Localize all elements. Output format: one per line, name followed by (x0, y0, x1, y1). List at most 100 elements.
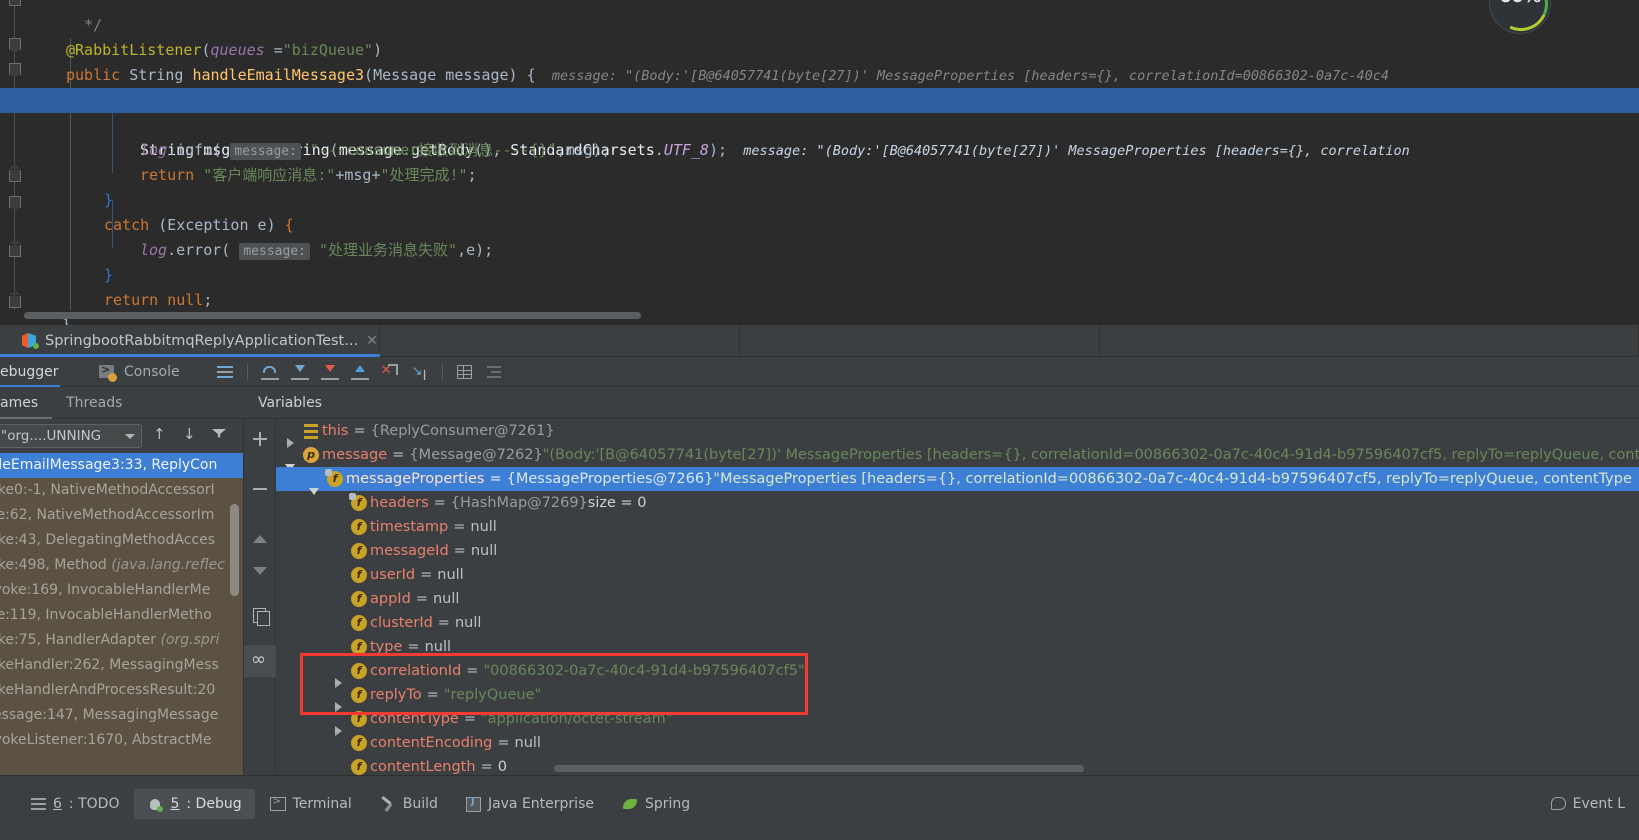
move-down-icon[interactable] (176, 424, 202, 448)
java-enterprise-icon (465, 796, 481, 812)
variable-row[interactable]: f userId = null (276, 563, 1639, 587)
force-step-into-icon[interactable] (319, 361, 341, 383)
thread-selector[interactable]: "org....UNNING (0, 424, 142, 448)
event-log-icon (1550, 797, 1566, 811)
variable-reference: {Message@7262} (409, 447, 543, 463)
code-line[interactable]: catch (Exception e) { (0, 188, 1639, 234)
variables-sidebar-toolbar (244, 419, 276, 775)
drop-frame-icon[interactable]: ✕ (379, 361, 401, 383)
variable-row[interactable]: this = {ReplyConsumer@7261} (276, 419, 1639, 448)
code-line[interactable]: } (0, 238, 1639, 284)
move-up-icon[interactable] (146, 424, 172, 448)
tab-console[interactable]: Console (84, 357, 192, 387)
code-line[interactable]: } (0, 163, 1639, 209)
close-icon[interactable]: ✕ (366, 333, 378, 349)
status-bar-item-debug[interactable]: 5: Debug (134, 789, 255, 819)
add-watch-icon[interactable] (244, 423, 276, 455)
status-bar-item-todo[interactable]: 6: TODO (18, 789, 132, 819)
layout-settings-icon[interactable] (484, 361, 506, 383)
tab-threads[interactable]: Threads (52, 387, 136, 419)
stack-frame-label: nvoke:498, Method (0, 557, 107, 573)
status-bar-item-number: 5 (170, 796, 180, 812)
stack-frame-row[interactable]: oInvoke:169, InvocableHandlerMe (0, 578, 243, 603)
code-editor[interactable]: */ @RabbitListener(queues ="bizQueue") p… (0, 0, 1639, 325)
tab-frames[interactable]: ames (0, 387, 53, 419)
run-to-cursor-icon[interactable]: ↘ I (409, 361, 431, 384)
variable-name: headers (370, 495, 429, 511)
variable-equals: = (463, 711, 476, 727)
move-down-icon[interactable] (244, 555, 276, 587)
stack-frame-row[interactable]: nvoke:498, Method (java.lang.reflec (0, 553, 243, 578)
variable-row[interactable]: f correlationId = "00866302-0a7c-40c4-91d4-… (276, 659, 1639, 688)
stack-frame-row[interactable]: nvokeHandlerAndProcessResult:20 (0, 678, 243, 703)
tab-variables[interactable]: Variables (244, 387, 336, 419)
step-out-icon[interactable] (349, 361, 371, 383)
stack-frame-row[interactable]: voke:119, InvocableHandlerMetho (0, 603, 243, 628)
variable-row[interactable]: p message = {Message@7262} "(Body:'[B@64057… (276, 443, 1639, 471)
stack-frame-row[interactable]: andleEmailMessage3:33, ReplyCon (0, 453, 243, 478)
variable-row[interactable]: f messageProperties = {MessageProperties@72… (276, 467, 1639, 495)
code-line[interactable]: */ (0, 0, 1639, 34)
code-line[interactable]: return null; (0, 263, 1639, 309)
stack-frame-row[interactable]: nvokeHandler:262, MessagingMess (0, 653, 243, 678)
copy-value-icon[interactable] (244, 599, 276, 631)
variable-equals: = (420, 567, 433, 583)
code-line[interactable]: log.info( message: "---consumer接收到消息----… (0, 113, 1639, 160)
stack-frame-row[interactable]: nvoke:43, DelegatingMethodAcces (0, 528, 243, 553)
variable-equals: = (497, 735, 510, 751)
stack-frame-row[interactable]: oInvokeListener:1670, AbstractMe (0, 728, 243, 753)
code-line[interactable]: try { (0, 63, 1639, 109)
variable-row[interactable]: f appId = null (276, 587, 1639, 611)
stack-frame-label: nvoke0:-1, NativeMethodAccessorI (0, 482, 215, 498)
variable-row[interactable]: f headers = {HashMap@7269} size = 0 (276, 491, 1639, 515)
stack-frame-label: oInvokeListener:1670, AbstractMe (0, 732, 212, 748)
code-line[interactable]: public String handleEmailMessage3(Messag… (0, 38, 1639, 84)
variables-panel[interactable]: this={ReplyConsumer@7261} pmessage={Mess… (244, 419, 1639, 775)
stack-frame-row[interactable]: nvoke:75, HandlerAdapter (org.spri (0, 628, 243, 653)
run-tab-springboot-test[interactable]: SpringbootRabbitmqReplyApplicationTest..… (0, 325, 380, 357)
tab-console-label: Console (124, 363, 180, 380)
status-bar-item-build[interactable]: Build (367, 789, 451, 819)
status-bar-item-javaenterprise[interactable]: Java Enterprise (453, 789, 607, 819)
code-line[interactable]: log.error( message: "处理业务消息失败",e); (0, 213, 1639, 260)
status-bar-item-terminal[interactable]: Terminal (257, 789, 365, 819)
step-into-icon[interactable] (289, 361, 311, 383)
frames-view-icon[interactable] (214, 361, 236, 383)
variable-row[interactable]: f messageId = null (276, 539, 1639, 563)
code-line[interactable]: } (0, 288, 1639, 325)
status-bar-item-spring[interactable]: Spring (609, 789, 703, 819)
event-log-button[interactable]: Event L (1550, 788, 1625, 820)
stack-frame-row[interactable]: nMessage:147, MessagingMessage (0, 703, 243, 728)
move-up-icon[interactable] (244, 523, 276, 555)
frames-list[interactable]: andleEmailMessage3:33, ReplyCon nvoke0:-1… (0, 453, 243, 775)
variable-row[interactable]: f clusterId = null (276, 611, 1639, 635)
debugger-toolbar: ebugger Console (0, 357, 1639, 387)
variable-value: "application/octet-stream" (480, 711, 673, 727)
stack-frame-row[interactable]: voke:62, NativeMethodAccessorIm (0, 503, 243, 528)
editor-horizontal-scrollbar[interactable] (24, 312, 641, 319)
evaluate-expression-icon[interactable] (454, 361, 476, 383)
code-line[interactable]: return "客户端响应消息:"+msg+"处理完成!"; (0, 138, 1639, 184)
stack-frame-row[interactable]: nvoke0:-1, NativeMethodAccessorI (0, 478, 243, 503)
remove-watch-icon[interactable] (244, 473, 276, 505)
variable-row[interactable]: f contentEncoding = null (276, 731, 1639, 755)
variables-horizontal-scrollbar[interactable] (554, 765, 1084, 772)
stack-frame-label: nvokeHandler:262, MessagingMess (0, 657, 219, 673)
variable-equals: = (453, 543, 466, 559)
frames-panel[interactable]: "org....UNNING andleEmailMessage3:33, Re… (0, 419, 244, 775)
tab-debugger[interactable]: ebugger (0, 357, 60, 387)
code-line-current[interactable]: String msg=new String(message.getBody(),… (0, 88, 1639, 159)
watches-icon[interactable] (244, 645, 276, 677)
filter-icon[interactable] (206, 424, 232, 448)
frames-vertical-scrollbar[interactable] (230, 504, 239, 596)
event-log-label: Event L (1572, 796, 1625, 812)
variable-row[interactable]: f replyTo = "replyQueue" (276, 683, 1639, 712)
field-icon: f (348, 731, 370, 755)
variable-row[interactable]: f type = null (276, 635, 1639, 659)
code-line[interactable]: @RabbitListener(queues ="bizQueue") (0, 13, 1639, 59)
variables-tree[interactable]: this = {ReplyConsumer@7261} p message = {Mess… (276, 419, 1639, 775)
step-over-icon[interactable] (259, 361, 281, 383)
variable-name: appId (370, 591, 411, 607)
variable-row[interactable]: f contentType = "application/octet-stream" (276, 707, 1639, 736)
variable-row[interactable]: f timestamp = null (276, 515, 1639, 539)
